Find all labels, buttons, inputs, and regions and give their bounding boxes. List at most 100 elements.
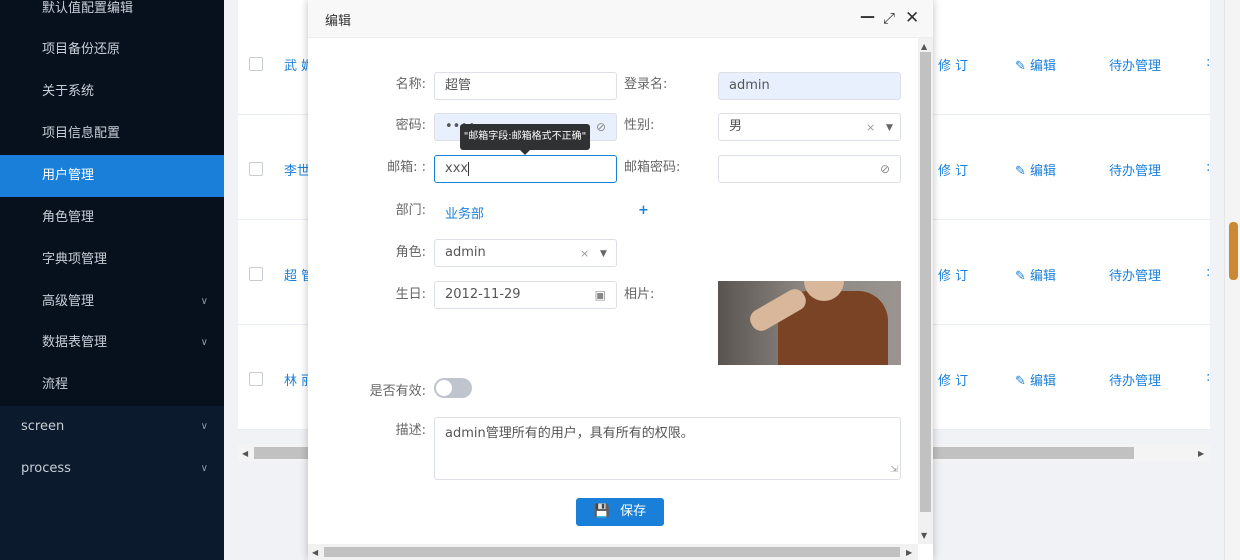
more-icon[interactable]: : xyxy=(1206,55,1210,70)
department-label: 部门: xyxy=(395,203,426,218)
scroll-right-icon[interactable]: ▶ xyxy=(1198,449,1204,458)
todo-link[interactable]: 待办管理 xyxy=(1109,160,1161,179)
scroll-down-icon[interactable]: ▼ xyxy=(921,531,927,540)
role-value: admin xyxy=(445,245,486,260)
edit-link[interactable]: ✎ 编辑 xyxy=(1015,370,1056,389)
chevron-down-icon: ∨ xyxy=(200,296,208,307)
gender-label: 性别: xyxy=(624,118,655,133)
sidebar-item-dictionary[interactable]: 字典项管理 xyxy=(0,239,224,281)
sidebar-item-label: 项目备份还原 xyxy=(42,42,121,57)
sidebar-item-backup[interactable]: 项目备份还原 xyxy=(0,29,224,71)
todo-link[interactable]: 待办管理 xyxy=(1109,55,1161,74)
caret-down-icon[interactable]: ▼ xyxy=(886,115,893,141)
gender-select[interactable]: 男 × ▼ xyxy=(718,113,901,141)
user-photo[interactable] xyxy=(718,281,901,365)
scroll-up-icon[interactable]: ▲ xyxy=(921,42,927,51)
login-input[interactable]: admin xyxy=(718,72,901,100)
edit-icon: ✎ xyxy=(1015,374,1026,389)
row-checkbox[interactable] xyxy=(249,267,263,281)
dialog-header: 编辑 — ⤢ ✕ xyxy=(308,0,933,38)
save-button[interactable]: 💾 保存 xyxy=(576,498,664,526)
page-scroll-thumb[interactable] xyxy=(1229,222,1238,280)
edit-icon: ✎ xyxy=(1015,269,1026,284)
toggle-knob xyxy=(436,380,452,396)
clear-icon[interactable]: × xyxy=(580,241,589,267)
role-label: 角色: xyxy=(395,245,426,260)
sidebar-item-label: 数据表管理 xyxy=(42,335,108,350)
page-vertical-scrollbar[interactable] xyxy=(1224,0,1240,560)
dialog-title: 编辑 xyxy=(325,14,352,29)
sidebar-item-label: 用户管理 xyxy=(42,168,95,183)
email-password-input[interactable]: ⊘ xyxy=(718,155,901,183)
revise-link[interactable]: 修 订 xyxy=(938,160,968,179)
sidebar-group-process[interactable]: process ∨ xyxy=(0,448,224,490)
revise-link[interactable]: 修 订 xyxy=(938,55,968,74)
maximize-icon[interactable]: ⤢ xyxy=(883,9,895,27)
chevron-down-icon: ∨ xyxy=(200,421,208,432)
save-icon: 💾 xyxy=(593,504,611,519)
sidebar-group-label: process xyxy=(21,461,71,476)
active-label: 是否有效: xyxy=(369,384,426,399)
email-input[interactable]: xxx xyxy=(434,155,617,183)
add-department-button[interactable]: + xyxy=(638,203,649,218)
email-label: 邮箱: : xyxy=(387,160,426,175)
clear-icon[interactable]: × xyxy=(866,115,875,141)
scroll-left-icon[interactable]: ◀ xyxy=(312,548,318,557)
sidebar-item-label: 角色管理 xyxy=(42,210,95,225)
description-textarea[interactable]: admin管理所有的用户，具有所有的权限。 ⇲ xyxy=(434,417,901,480)
sidebar-item-project-info[interactable]: 项目信息配置 xyxy=(0,113,224,155)
sidebar-item-datatable[interactable]: 数据表管理 ∨ xyxy=(0,322,224,364)
dialog-scroll-thumb[interactable] xyxy=(920,52,931,512)
login-label: 登录名: xyxy=(624,77,668,92)
dialog-hscroll-thumb[interactable] xyxy=(324,547,900,557)
edit-label: 编辑 xyxy=(1030,59,1057,74)
more-icon[interactable]: : xyxy=(1206,265,1210,280)
minimize-icon[interactable]: — xyxy=(860,7,875,25)
edit-icon: ✎ xyxy=(1015,164,1026,179)
caret-down-icon[interactable]: ▼ xyxy=(600,241,607,267)
sidebar-item-label: 关于系统 xyxy=(42,84,95,99)
photo-label: 相片: xyxy=(624,287,655,302)
sidebar-item-label: 项目信息配置 xyxy=(42,126,121,141)
role-select[interactable]: admin × ▼ xyxy=(434,239,617,267)
sidebar-item-users[interactable]: 用户管理 xyxy=(0,155,224,197)
row-checkbox[interactable] xyxy=(249,57,263,71)
calendar-icon[interactable]: ▣ xyxy=(595,282,606,308)
description-value: admin管理所有的用户，具有所有的权限。 xyxy=(445,426,694,441)
birthday-input[interactable]: 2012-11-29 ▣ xyxy=(434,281,617,309)
edit-icon: ✎ xyxy=(1015,59,1026,74)
sidebar-item-default-config[interactable]: 默认值配置编辑 xyxy=(0,0,224,30)
todo-link[interactable]: 待办管理 xyxy=(1109,370,1161,389)
eye-off-icon[interactable]: ⊘ xyxy=(596,114,606,140)
email-password-label: 邮箱密码: xyxy=(624,160,681,175)
sidebar-item-advanced[interactable]: 高级管理 ∨ xyxy=(0,281,224,323)
sidebar-item-label: 高级管理 xyxy=(42,294,95,309)
department-link[interactable]: 业务部 xyxy=(445,203,484,222)
close-icon[interactable]: ✕ xyxy=(905,8,919,28)
birthday-label: 生日: xyxy=(395,287,426,302)
sidebar-item-roles[interactable]: 角色管理 xyxy=(0,197,224,239)
edit-link[interactable]: ✎ 编辑 xyxy=(1015,265,1056,284)
birthday-value: 2012-11-29 xyxy=(445,287,521,302)
more-icon[interactable]: : xyxy=(1206,370,1210,385)
scroll-right-icon[interactable]: ▶ xyxy=(906,548,912,557)
todo-link[interactable]: 待办管理 xyxy=(1109,265,1161,284)
name-label: 名称: xyxy=(395,77,426,92)
chevron-down-icon: ∨ xyxy=(200,463,208,474)
sidebar-item-about[interactable]: 关于系统 xyxy=(0,71,224,113)
more-icon[interactable]: : xyxy=(1206,160,1210,175)
edit-label: 编辑 xyxy=(1030,269,1057,284)
scroll-left-icon[interactable]: ◀ xyxy=(242,449,248,458)
name-input[interactable]: 超管 xyxy=(434,72,617,100)
revise-link[interactable]: 修 订 xyxy=(938,265,968,284)
revise-link[interactable]: 修 订 xyxy=(938,370,968,389)
edit-link[interactable]: ✎ 编辑 xyxy=(1015,55,1056,74)
eye-off-icon[interactable]: ⊘ xyxy=(880,156,890,182)
resize-handle-icon[interactable]: ⇲ xyxy=(890,462,898,478)
sidebar-item-flow[interactable]: 流程 xyxy=(0,364,224,406)
row-checkbox[interactable] xyxy=(249,372,263,386)
sidebar-group-screen[interactable]: screen ∨ xyxy=(0,406,224,448)
edit-link[interactable]: ✎ 编辑 xyxy=(1015,160,1056,179)
row-checkbox[interactable] xyxy=(249,162,263,176)
sidebar-item-label: 流程 xyxy=(42,377,69,392)
